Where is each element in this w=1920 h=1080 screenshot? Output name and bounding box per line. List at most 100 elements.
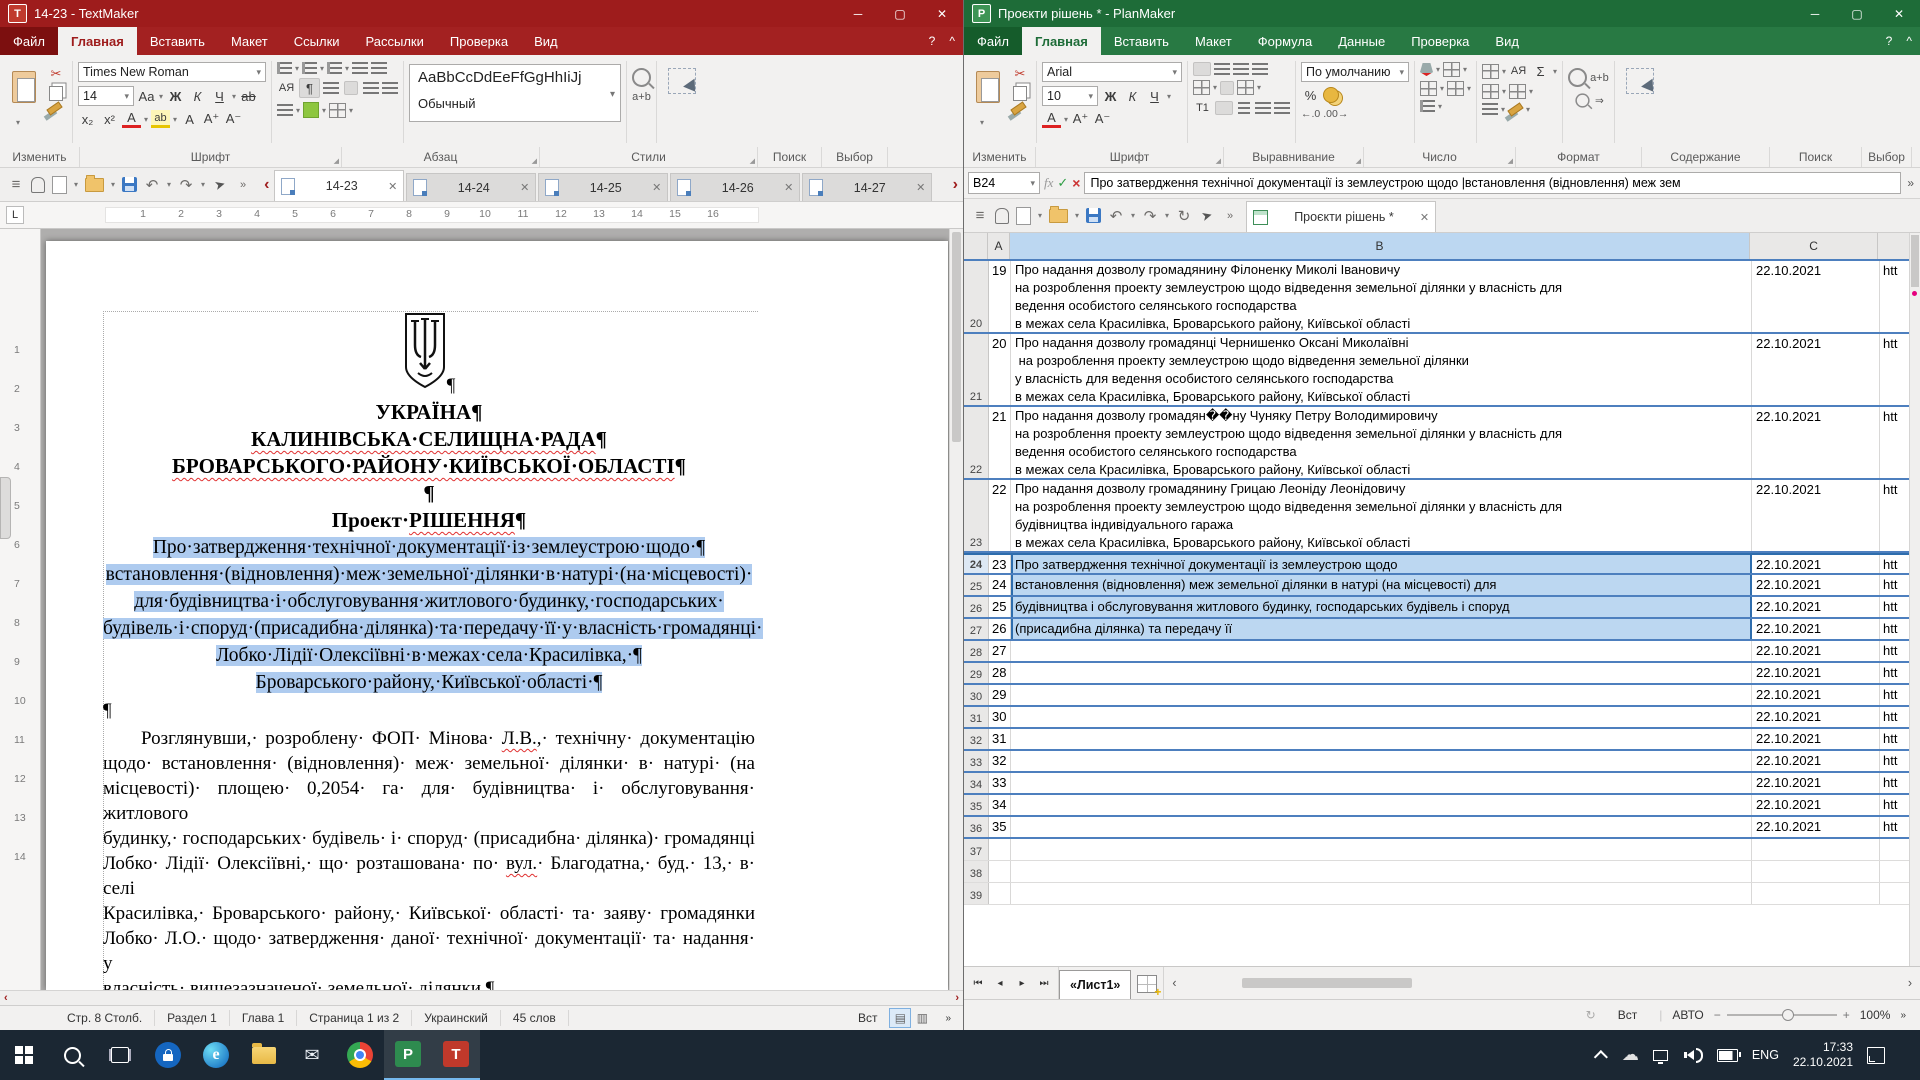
close-tab-icon[interactable]: ✕ [784, 181, 793, 194]
cell-C36[interactable]: 22.10.2021 [1752, 817, 1880, 837]
add-sheet-button[interactable] [1137, 975, 1157, 993]
status-overflow-icon[interactable]: » [933, 1010, 963, 1026]
cell-A31[interactable]: 30 [989, 707, 1011, 727]
menu-item-Вставить[interactable]: Вставить [137, 27, 218, 55]
column-header-A[interactable]: A [988, 233, 1010, 259]
cell-D38[interactable] [1880, 861, 1912, 882]
taskbar-chrome-icon[interactable] [336, 1030, 384, 1080]
cell-D36[interactable]: htt [1880, 817, 1912, 837]
document-body-line[interactable]: власність· вищезазначеної· земельної· ді… [103, 976, 755, 990]
battery-icon[interactable] [1717, 1049, 1738, 1062]
numbered-list-button[interactable] [302, 62, 317, 74]
cell-B25[interactable]: встановлення (відновлення) меж земельної… [1011, 575, 1752, 595]
cell-C20[interactable]: 22.10.2021 [1752, 261, 1880, 332]
close-tab-icon[interactable]: ✕ [916, 181, 925, 194]
sidebar-toggle-icon[interactable]: ≡ [972, 206, 988, 226]
shrink-font-button[interactable]: А⁻ [224, 110, 243, 128]
paste-menu-arrow[interactable]: ▾ [16, 118, 67, 127]
cell-C27[interactable]: 22.10.2021 [1752, 619, 1880, 639]
cell-B23[interactable]: Про надання дозволу громадянину Грицаю Л… [1011, 480, 1752, 551]
row-header-21[interactable]: 21 [964, 334, 989, 405]
cell-C29[interactable]: 22.10.2021 [1752, 663, 1880, 683]
menu-item-Вид[interactable]: Вид [521, 27, 571, 55]
last-sheet-button[interactable]: ⏭ [1034, 973, 1054, 993]
cell-B33[interactable] [1011, 751, 1752, 771]
minimize-button[interactable]: ─ [1794, 0, 1836, 27]
cell-A39[interactable] [989, 883, 1011, 904]
coat-of-arms-image[interactable]: ¶ [103, 311, 755, 399]
menu-item-Файл[interactable]: Файл [964, 27, 1022, 55]
taskbar-planmaker-icon[interactable]: P [384, 1030, 432, 1080]
cell-B27[interactable]: (присадибна ділянка) та передачу її [1011, 619, 1752, 639]
cell-B38[interactable] [1011, 861, 1752, 882]
cell-C37[interactable] [1752, 839, 1880, 860]
align-top-button[interactable] [1193, 62, 1211, 76]
align-bottom-button[interactable] [1233, 63, 1249, 75]
row-header-24[interactable]: 24 [964, 555, 989, 573]
cell-C23[interactable]: 22.10.2021 [1752, 480, 1880, 551]
first-sheet-button[interactable]: ⏮ [968, 973, 988, 993]
select-tool-icon[interactable] [1626, 68, 1654, 94]
toolbar-overflow-icon[interactable]: » [1222, 206, 1238, 226]
search-icon[interactable] [1568, 68, 1587, 87]
redo-button[interactable]: ↷ [178, 175, 194, 195]
dialog-launcher-icon[interactable]: ◢ [1356, 157, 1361, 165]
increase-decimals-button[interactable]: .00→ [1323, 108, 1348, 120]
select-all-corner[interactable] [964, 233, 988, 259]
open-document-button[interactable] [1049, 209, 1068, 223]
document-body-line[interactable]: Красилівка,· Броварського· району,· Київ… [103, 901, 755, 926]
document-body-line[interactable]: Лобко· Л.О.· щодо· затвердження· даної· … [103, 926, 755, 976]
borders-button[interactable] [1420, 81, 1437, 96]
cell-B39[interactable] [1011, 883, 1752, 904]
recalculate-button[interactable]: ↻ [1176, 206, 1192, 226]
align-middle-button[interactable] [1214, 63, 1230, 75]
cell-A33[interactable]: 32 [989, 751, 1011, 771]
pan-tool-icon[interactable] [995, 208, 1009, 224]
row-header-32[interactable]: 32 [964, 729, 989, 749]
shrink-font-button[interactable]: А⁻ [1093, 110, 1112, 128]
undo-button[interactable]: ↶ [1108, 206, 1124, 226]
cell-D35[interactable]: htt [1880, 795, 1912, 815]
sheet-tab[interactable]: «Лист1» [1059, 970, 1131, 999]
cell-D28[interactable]: htt [1880, 641, 1912, 661]
collapse-ribbon-icon[interactable]: ^ [949, 34, 955, 48]
close-tab-icon[interactable]: ✕ [520, 181, 529, 194]
document-body-line[interactable]: Лобко· Лідії· Олексіївні,· що· розташова… [103, 851, 755, 901]
document-body-line[interactable]: Розглянувши,· розроблену· ФОП· Мінова· Л… [103, 726, 755, 751]
selected-text-line[interactable]: встановлення·(відновлення)·меж·земельної… [103, 561, 755, 588]
cell-C21[interactable]: 22.10.2021 [1752, 334, 1880, 405]
grow-font-button[interactable]: А⁺ [1071, 110, 1090, 128]
cell-A25[interactable]: 24 [989, 575, 1011, 595]
workbook-tab[interactable]: Проєкти рішень * ✕ [1246, 201, 1436, 232]
format-painter-button[interactable] [1010, 101, 1026, 115]
document-body-line[interactable]: щодо· встановлення· (відновлення)· меж· … [103, 751, 755, 776]
sheet-horizontal-scrollbar[interactable]: ‹ › [1163, 967, 1920, 999]
eraser-icon[interactable] [1507, 102, 1523, 116]
font-color-button[interactable]: А [122, 110, 141, 128]
cell-D39[interactable] [1880, 883, 1912, 904]
menu-item-Ссылки[interactable]: Ссылки [281, 27, 353, 55]
strikethrough-button[interactable]: ab [239, 87, 258, 105]
row-header-25[interactable]: 25 [964, 575, 989, 595]
cell-B37[interactable] [1011, 839, 1752, 860]
cell-A30[interactable]: 29 [989, 685, 1011, 705]
cell-D32[interactable]: htt [1880, 729, 1912, 749]
cell-A32[interactable]: 31 [989, 729, 1011, 749]
taskbar-start-icon[interactable] [0, 1030, 48, 1080]
insert-mode-indicator[interactable]: Вст [846, 1010, 890, 1026]
bold-button[interactable]: Ж [166, 87, 185, 105]
selected-text-line[interactable]: будівель·і·споруд·(присадибна·ділянка)·т… [103, 615, 755, 642]
subscript-button[interactable]: x₂ [78, 110, 97, 128]
search-icon[interactable] [632, 68, 651, 87]
cell-B32[interactable] [1011, 729, 1752, 749]
previous-sheet-button[interactable]: ◂ [990, 973, 1010, 993]
row-header-31[interactable]: 31 [964, 707, 989, 727]
minimize-button[interactable]: ─ [837, 0, 879, 27]
close-button[interactable]: ✕ [921, 0, 963, 27]
cell-A20[interactable]: 19 [989, 261, 1011, 332]
dialog-launcher-icon[interactable]: ◢ [750, 157, 755, 165]
cell-C33[interactable]: 22.10.2021 [1752, 751, 1880, 771]
cell-A37[interactable] [989, 839, 1011, 860]
fill-color-button[interactable] [1420, 63, 1433, 76]
decrease-indent-button[interactable] [371, 62, 387, 74]
